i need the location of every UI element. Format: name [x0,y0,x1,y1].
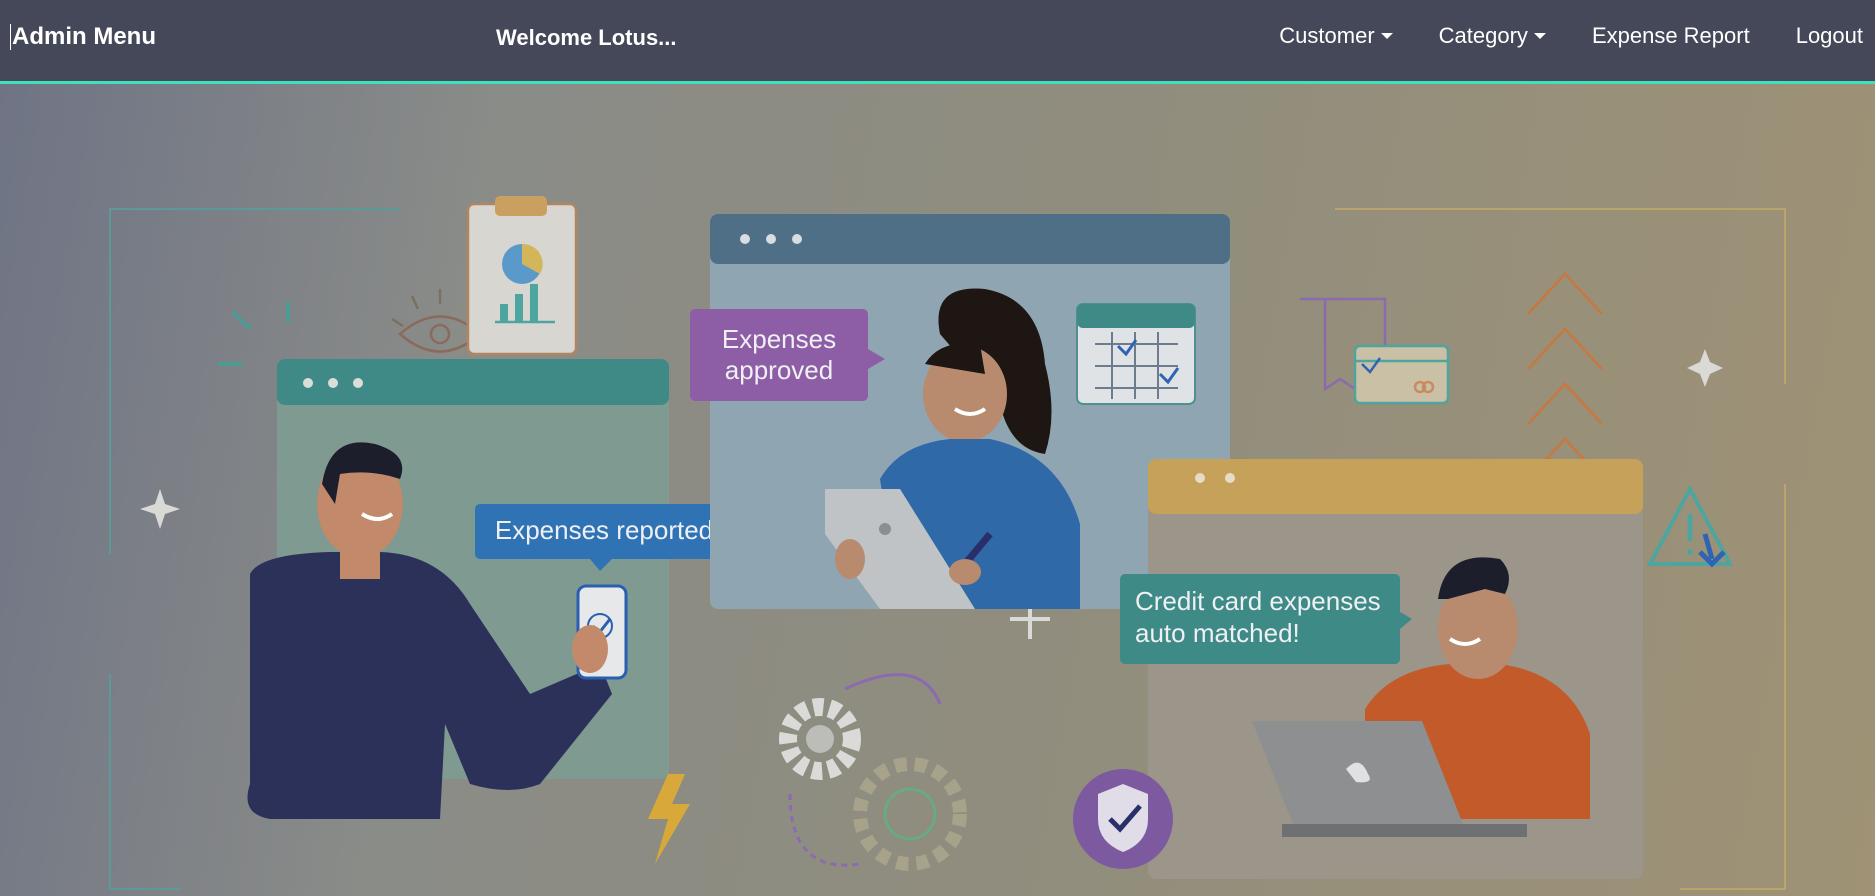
nav-customer-label: Customer [1279,23,1375,48]
burst-lines [218,302,290,366]
caret-down-icon [1380,33,1393,39]
warning-icon [1646,484,1734,568]
bubble-reported-text: Expenses reported [495,515,713,545]
nav-logout-link[interactable]: Logout [1796,23,1863,49]
top-navbar: Admin Menu Welcome Lotus... Customer Cat… [0,0,1875,84]
expense-illustration: Expenses reported Expenses approved Cred… [109,196,1786,890]
chevron-up-icons [1527,272,1603,480]
shield-check-icon [1073,769,1173,869]
hero-illustration: Expenses reported Expenses approved Cred… [0,84,1875,896]
gear-icons [779,673,967,871]
bubble-approved-line2: approved [725,355,833,385]
bubble-approved-line1: Expenses [722,324,836,354]
bubble-credit-line2: auto matched! [1135,618,1300,648]
nav-expense-report-label: Expense Report [1591,23,1750,48]
nav-logout-label: Logout [1795,23,1863,48]
lightning-icon [648,774,690,864]
bubble-expenses-approved: Expenses approved [690,309,885,401]
bubble-credit-card-matched: Credit card expenses auto matched! [1120,574,1412,664]
receipt-card-icon [1300,297,1450,405]
nav-category-label: Category [1438,23,1528,48]
bubble-credit-line1: Credit card expenses [1135,586,1381,616]
nav-customer-dropdown[interactable]: Customer [1279,23,1393,49]
welcome-message: Welcome Lotus... [496,25,677,50]
admin-menu-brand[interactable]: Admin Menu [10,24,156,50]
nav-links: Customer Category Expense Report Logout [1233,23,1863,49]
eye-clipboard-icon [391,196,578,356]
nav-expense-report-link[interactable]: Expense Report [1592,23,1750,49]
nav-category-dropdown[interactable]: Category [1439,23,1546,49]
caret-down-icon [1533,33,1546,39]
